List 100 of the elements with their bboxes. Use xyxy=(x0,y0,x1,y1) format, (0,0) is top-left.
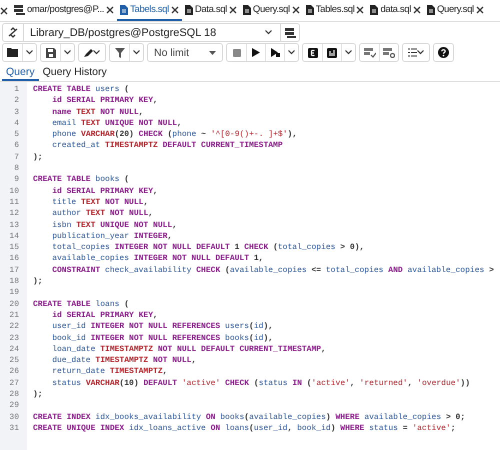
file-icon xyxy=(370,4,378,14)
line-number: 11 xyxy=(9,198,19,207)
line-number: 26 xyxy=(9,367,19,376)
line-number: 5 xyxy=(14,130,19,140)
file-icon xyxy=(184,4,193,14)
code-line: isbn TEXT UNIQUE NOT NULL, xyxy=(51,220,178,230)
close-icon[interactable] xyxy=(228,6,237,14)
close-icon[interactable] xyxy=(0,6,8,14)
close-icon[interactable] xyxy=(356,6,364,14)
line-number: 30 xyxy=(9,412,19,422)
line-number: 14 xyxy=(9,232,19,241)
dropdown-button[interactable] xyxy=(60,44,74,61)
line-number: 9 xyxy=(14,175,19,184)
caret-icon xyxy=(93,50,100,55)
line-number: 19 xyxy=(9,288,19,298)
code-line: created_at TIMESTAMPTZ DEFAULT CURRENT_TIMESTAMP xyxy=(51,141,283,150)
code-line: email TEXT UNIQUE NOT NULL, xyxy=(51,118,182,128)
code-line: CREATE TABLE books ( xyxy=(33,175,130,184)
code-line: status VARCHAR(10) DEFAULT 'active' CHECK (status IN ('active', 'returned', 'overdue')) xyxy=(51,378,470,388)
line-number: 3 xyxy=(14,108,19,117)
code-line: phone VARCHAR(20) CHECK (phone ~ '^[0-9()+-. ]+$'), xyxy=(51,130,298,140)
dropdown-button[interactable] xyxy=(22,44,36,61)
close-icon[interactable] xyxy=(106,6,114,14)
file-icon xyxy=(306,4,314,14)
line-number: 20 xyxy=(9,300,19,309)
caret-icon xyxy=(209,50,216,54)
code-line: book_id INTEGER NOT NULL REFERENCES books(id), xyxy=(51,334,274,343)
list-icon xyxy=(408,48,417,57)
explain-analyze-icon xyxy=(327,48,337,58)
line-number: 1 xyxy=(14,85,19,94)
line-number: 4 xyxy=(14,118,19,128)
dropdown-button[interactable] xyxy=(341,44,355,61)
folder-icon xyxy=(7,48,18,57)
code-line: publication_year INTEGER, xyxy=(51,232,172,241)
list-check-icon xyxy=(364,48,376,58)
code-line: ); xyxy=(33,277,43,286)
code-line: CONSTRAINT check_availability CHECK (available_copies <= total_copies AND available_copies > xyxy=(51,266,494,275)
line-number: 7 xyxy=(14,152,19,162)
editor-tab[interactable]: Query.sql xyxy=(240,0,303,21)
save-icon xyxy=(46,48,56,58)
run-icon xyxy=(252,48,260,57)
file-icon xyxy=(426,4,435,14)
code-line: CREATE TABLE users ( xyxy=(33,85,130,94)
close-icon[interactable] xyxy=(412,6,421,14)
line-number: 28 xyxy=(9,390,19,400)
line-number: 16 xyxy=(9,254,19,264)
line-number: 18 xyxy=(9,277,19,286)
editor-tab[interactable]: Data.sql xyxy=(182,0,240,21)
run-script-icon xyxy=(270,48,280,57)
line-number: 21 xyxy=(9,310,19,320)
caret-icon xyxy=(288,50,295,55)
editor-tab[interactable]: Tables.sql xyxy=(302,0,368,21)
code-line: name TEXT NOT NULL, xyxy=(51,108,144,117)
code-line: total_copies INTEGER NOT NULL DEFAULT 1 CHECK (total_copies > 0), xyxy=(51,243,364,252)
code-line: id SERIAL PRIMARY KEY, xyxy=(51,310,158,320)
explain-icon xyxy=(308,48,318,58)
code-line: return_date TIMESTAMPTZ, xyxy=(51,367,168,376)
caret-icon xyxy=(417,50,424,55)
line-number: 23 xyxy=(9,334,19,343)
line-number: 22 xyxy=(9,322,19,332)
filter-icon xyxy=(114,48,124,58)
close-icon[interactable] xyxy=(170,6,179,14)
line-number: 12 xyxy=(9,209,19,218)
code-line: loan_date TIMESTAMPTZ NOT NULL DEFAULT CURRENT_TIMESTAMP, xyxy=(51,344,326,354)
editor-tab[interactable]: Query.sql xyxy=(424,0,487,21)
list-circle-icon xyxy=(383,48,395,58)
code-line: due_date TIMESTAMPTZ NOT NULL, xyxy=(51,356,196,366)
line-number: 29 xyxy=(9,401,19,410)
line-number: 2 xyxy=(14,96,19,106)
line-number: 13 xyxy=(9,220,19,230)
dropdown-button[interactable] xyxy=(284,44,298,61)
close-icon[interactable] xyxy=(476,6,484,14)
help-icon xyxy=(438,47,449,58)
pen-icon xyxy=(84,48,93,57)
caret-icon xyxy=(133,50,140,55)
connection-label: Library_DB/postgres@PostgreSQL 18 xyxy=(30,26,216,38)
line-number: 25 xyxy=(9,356,19,366)
file-icon xyxy=(120,4,128,14)
code-line: CREATE UNIQUE INDEX idx_loans_active ON loans(user_id, book_id) WHERE status = 'active'; xyxy=(33,424,456,433)
close-icon[interactable] xyxy=(292,6,300,14)
line-number: 17 xyxy=(9,266,19,275)
code-line: ); xyxy=(33,390,43,400)
caret-icon xyxy=(64,50,71,55)
code-line: author TEXT NOT NULL, xyxy=(51,209,154,218)
dropdown-button[interactable] xyxy=(129,44,143,61)
line-number: 27 xyxy=(9,378,19,388)
line-number: 10 xyxy=(9,186,19,196)
editor-tab[interactable]: omar/postgres@P... xyxy=(11,0,118,21)
code-line: title TEXT NOT NULL, xyxy=(51,198,148,207)
line-number: 24 xyxy=(9,344,19,354)
code-line: user_id INTEGER NOT NULL REFERENCES users(id), xyxy=(51,322,274,332)
query-tab[interactable]: Query History xyxy=(38,64,111,81)
code-line: id SERIAL PRIMARY KEY, xyxy=(51,186,158,196)
code-line: CREATE INDEX idx_books_availability ON books(available_copies) WHERE available_copies > 0; xyxy=(33,412,466,422)
list-circle-button[interactable] xyxy=(379,44,398,61)
code-line: id SERIAL PRIMARY KEY, xyxy=(51,96,158,106)
file-icon xyxy=(242,4,251,14)
caret-icon xyxy=(265,30,272,35)
editor-tab[interactable]: data.sql xyxy=(367,0,424,21)
code-line: ); xyxy=(33,152,43,162)
